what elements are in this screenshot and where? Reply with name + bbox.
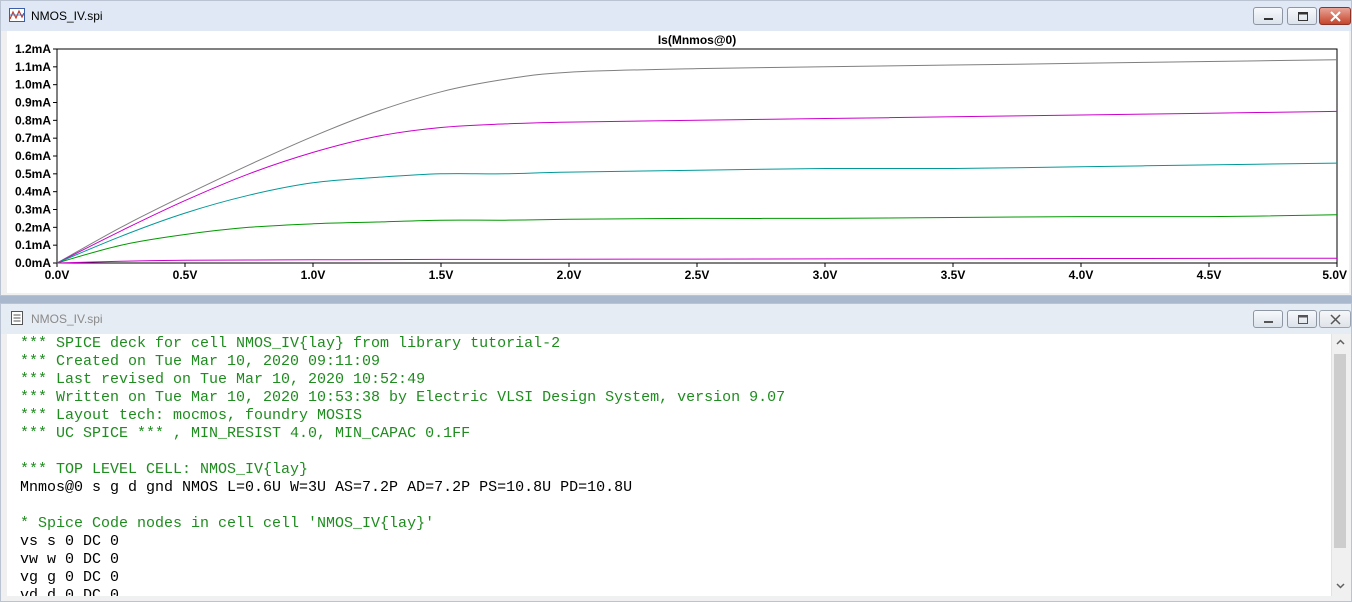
iv-chart: Is(Mnmos@0)0.0mA0.1mA0.2mA0.3mA0.4mA0.5m… [15,33,1347,282]
y-tick-label: 0.4mA [15,185,51,199]
plot-frame [56,48,1338,264]
plot-area[interactable]: Is(Mnmos@0) 0.0mA 0.1mA 0.2mA 0.3mA 0.4mA 0.5m… [7,31,1349,293]
y-tick-label: 0.9mA [15,96,51,110]
maximize-icon [1298,12,1308,21]
maximize-icon [1298,315,1308,324]
y-tick-label: 1.1mA [15,60,51,74]
x-tick-label: 3.5V [941,268,966,282]
x-tick-label: 1.5V [429,268,454,282]
y-tick-label: 0.5mA [15,167,51,181]
text-window-title: NMOS_IV.spi [31,312,103,326]
x-tick-label: 4.0V [1069,268,1094,282]
spice-line: vd d 0 DC 0 [20,587,120,596]
spice-line: vg g 0 DC 0 [20,569,120,586]
plot-window-titlebar[interactable]: NMOS_IV.spi [1,1,1351,31]
x-tick-label: 0.0V [45,268,70,282]
close-icon [1330,11,1341,22]
scroll-up-icon[interactable] [1335,337,1346,348]
y-tick-label: 1.2mA [15,42,51,56]
plot-window: NMOS_IV.spi Is(Mnmos@0) 0.0mA 0.1mA 0.2mA 0.… [0,0,1352,296]
spice-line: *** SPICE deck for cell NMOS_IV{lay} fro… [20,335,561,352]
text-minimize-button[interactable] [1253,310,1283,328]
minimize-button[interactable] [1253,7,1283,25]
spice-line: Mnmos@0 s g d gnd NMOS L=0.6U W=3U AS=7.… [20,479,633,496]
spice-line: *** TOP LEVEL CELL: NMOS_IV{lay} [20,461,309,478]
scroll-down-icon[interactable] [1335,580,1346,591]
x-tick-label: 3.0V [813,268,838,282]
chart-title: Is(Mnmos@0) [658,33,736,47]
vertical-scrollbar[interactable] [1331,334,1349,596]
x-tick-label: 1.0V [301,268,326,282]
maximize-button[interactable] [1287,7,1317,25]
document-icon [11,311,23,325]
waveform-icon [9,8,25,22]
x-tick-label: 2.5V [685,268,710,282]
y-tick-label: 0.1mA [15,238,51,252]
spice-line: *** Layout tech: mocmos, foundry MOSIS [20,407,363,424]
y-tick-label: 0.6mA [15,149,51,163]
spice-line: *** Created on Tue Mar 10, 2020 09:11:09 [20,353,381,370]
y-tick-label: 1.0mA [15,78,51,92]
x-tick-label: 5.0V [1322,268,1347,282]
y-tick-label: 0.2mA [15,220,51,234]
y-tick-label: 0.7mA [15,131,51,145]
y-tick-label: 0.3mA [15,203,51,217]
spice-text-pane[interactable]: *** SPICE deck for cell NMOS_IV{lay} fro… [7,334,1349,596]
minimize-icon [1264,18,1273,20]
x-tick-label: 0.5V [173,268,198,282]
spice-line: vw w 0 DC 0 [20,551,120,568]
spice-line: *** UC SPICE *** , MIN_RESIST 4.0, MIN_C… [20,425,471,442]
x-tick-label: 2.0V [557,268,582,282]
close-icon [1330,314,1341,325]
close-button[interactable] [1319,7,1351,25]
text-maximize-button[interactable] [1287,310,1317,328]
x-tick-label: 4.5V [1197,268,1222,282]
text-window-titlebar[interactable]: NMOS_IV.spi [1,304,1351,334]
spice-line: *** Written on Tue Mar 10, 2020 10:53:38… [20,389,786,406]
spice-line: vs s 0 DC 0 [20,533,120,550]
spice-line: * Spice Code nodes in cell cell 'NMOS_IV… [20,515,435,532]
spice-text-window: NMOS_IV.spi *** SPICE deck for cell NMOS… [0,303,1352,602]
scrollbar-thumb[interactable] [1334,354,1346,548]
y-tick-label: 0.8mA [15,113,51,127]
spice-line: *** Last revised on Tue Mar 10, 2020 10:… [20,371,426,388]
minimize-icon [1264,321,1273,323]
plot-window-title: NMOS_IV.spi [31,9,103,23]
text-close-button[interactable] [1319,310,1351,328]
